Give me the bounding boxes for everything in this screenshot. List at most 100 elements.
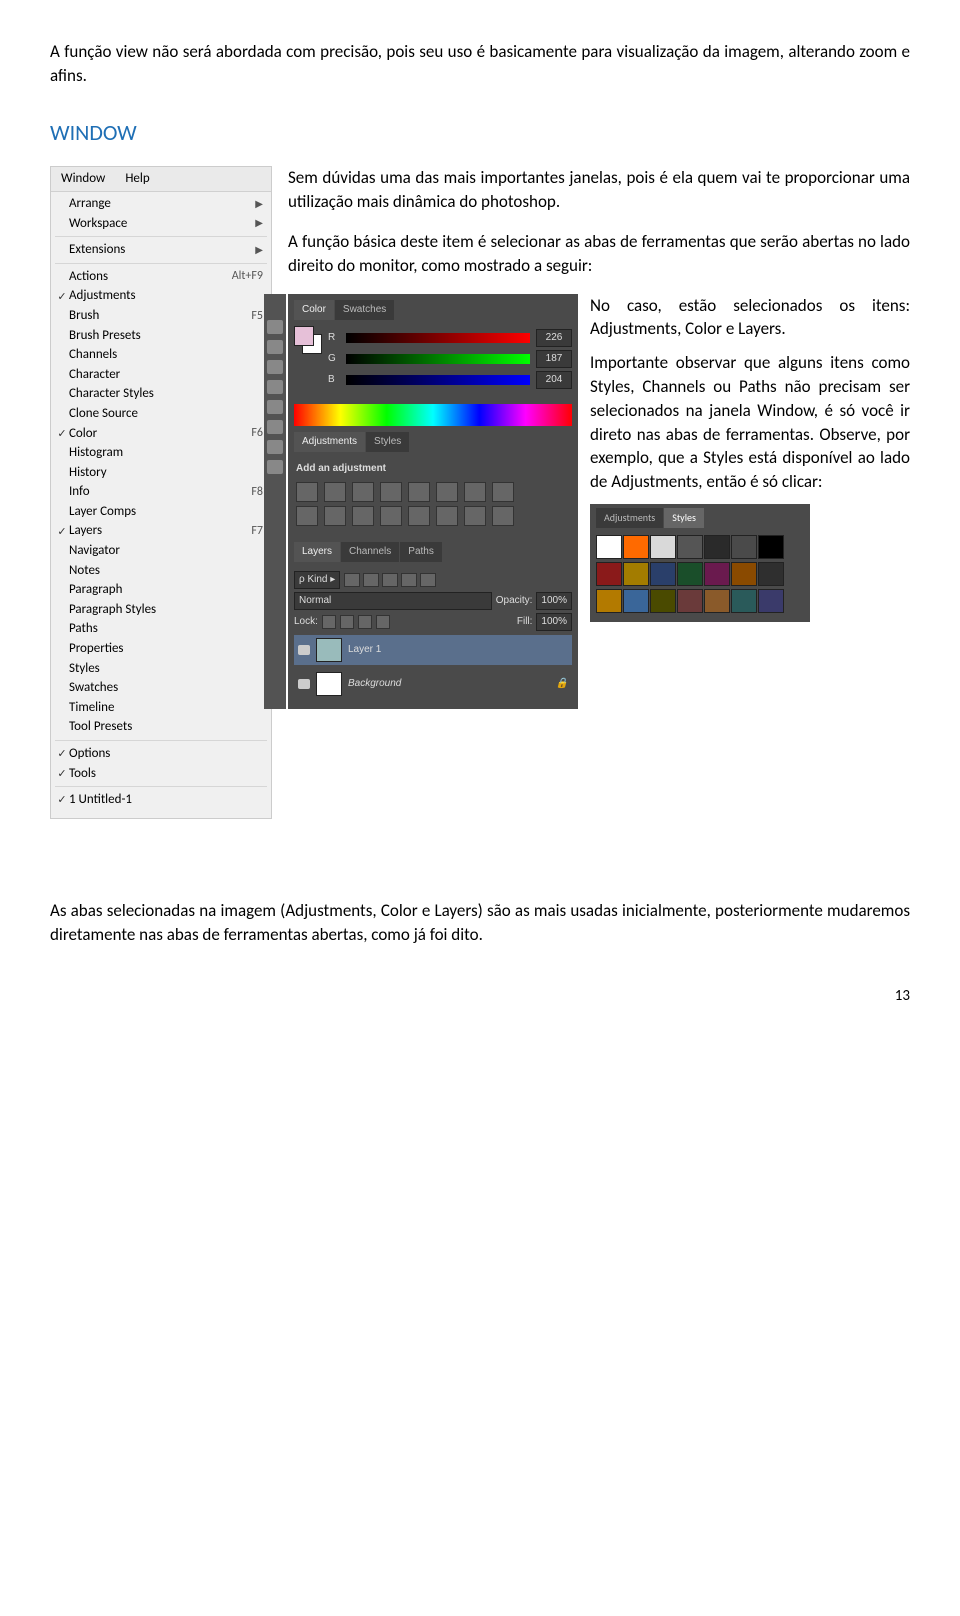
menu-tab-window[interactable]: Window: [51, 167, 115, 191]
g-slider[interactable]: [346, 354, 530, 364]
adjustment-icon[interactable]: [408, 482, 430, 502]
menu-item[interactable]: Swatches: [51, 678, 271, 698]
menu-item[interactable]: Paragraph: [51, 580, 271, 600]
adjustment-icon[interactable]: [296, 482, 318, 502]
r-value[interactable]: 226: [536, 329, 572, 347]
r-slider[interactable]: [346, 333, 530, 343]
adjustment-icon[interactable]: [436, 506, 458, 526]
adjustment-icon[interactable]: [380, 482, 402, 502]
dock-icon[interactable]: [267, 400, 283, 414]
style-swatch[interactable]: [758, 535, 784, 559]
style-swatch[interactable]: [704, 589, 730, 613]
filter-icon[interactable]: [382, 573, 398, 587]
dock-icon[interactable]: [267, 460, 283, 474]
layer-row[interactable]: Layer 1: [294, 635, 572, 665]
style-swatch[interactable]: [596, 535, 622, 559]
menu-item[interactable]: ✓ColorF6: [51, 424, 271, 444]
lock-icon[interactable]: [376, 615, 390, 629]
opacity-value[interactable]: 100%: [536, 592, 572, 610]
adjustment-icon[interactable]: [492, 482, 514, 502]
menu-item[interactable]: Channels: [51, 345, 271, 365]
layer-row[interactable]: Background 🔒: [294, 669, 572, 699]
adjustment-icon[interactable]: [408, 506, 430, 526]
menu-item[interactable]: Paragraph Styles: [51, 600, 271, 620]
adjustment-icon[interactable]: [380, 506, 402, 526]
menu-item[interactable]: ✓Tools: [51, 764, 271, 784]
g-value[interactable]: 187: [536, 350, 572, 368]
style-swatch[interactable]: [650, 589, 676, 613]
menu-item[interactable]: ✓Adjustments: [51, 286, 271, 306]
adjustment-icon[interactable]: [464, 506, 486, 526]
dock-icon[interactable]: [267, 320, 283, 334]
dock-icon[interactable]: [267, 340, 283, 354]
filter-icon[interactable]: [420, 573, 436, 587]
dock-icon[interactable]: [267, 440, 283, 454]
layer-kind-select[interactable]: ρ Kind ▸: [294, 571, 340, 589]
blend-mode-select[interactable]: Normal: [294, 592, 492, 610]
style-swatch[interactable]: [731, 562, 757, 586]
style-swatch[interactable]: [623, 535, 649, 559]
adjustment-icon[interactable]: [324, 506, 346, 526]
menu-item[interactable]: Tool Presets: [51, 717, 271, 737]
style-swatch[interactable]: [731, 589, 757, 613]
tab-color[interactable]: Color: [294, 300, 334, 320]
adjustment-icon[interactable]: [436, 482, 458, 502]
tab-adjustments[interactable]: Adjustments: [596, 508, 663, 528]
tab-styles[interactable]: Styles: [664, 508, 704, 528]
visibility-icon[interactable]: [298, 645, 310, 655]
dock-icon[interactable]: [267, 360, 283, 374]
menu-item[interactable]: ✓1 Untitled-1: [51, 790, 271, 810]
menu-item[interactable]: Character: [51, 365, 271, 385]
style-swatch[interactable]: [704, 562, 730, 586]
menu-item[interactable]: Brush Presets: [51, 326, 271, 346]
fill-value[interactable]: 100%: [536, 613, 572, 631]
menu-item[interactable]: ActionsAlt+F9: [51, 267, 271, 287]
menu-item[interactable]: Workspace▶: [51, 214, 271, 234]
style-swatch[interactable]: [650, 562, 676, 586]
tab-paths[interactable]: Paths: [400, 542, 442, 562]
lock-icon[interactable]: [358, 615, 372, 629]
tab-layers[interactable]: Layers: [294, 542, 340, 562]
menu-item[interactable]: Extensions▶: [51, 240, 271, 260]
adjustment-icon[interactable]: [296, 506, 318, 526]
style-swatch[interactable]: [596, 589, 622, 613]
tab-adjustments[interactable]: Adjustments: [294, 432, 365, 452]
menu-item[interactable]: History: [51, 463, 271, 483]
style-swatch[interactable]: [677, 562, 703, 586]
style-swatch[interactable]: [650, 535, 676, 559]
filter-icon[interactable]: [363, 573, 379, 587]
adjustment-icon[interactable]: [352, 506, 374, 526]
tab-swatches[interactable]: Swatches: [335, 300, 394, 320]
b-value[interactable]: 204: [536, 371, 572, 389]
filter-icon[interactable]: [344, 573, 360, 587]
style-swatch[interactable]: [704, 535, 730, 559]
style-swatch[interactable]: [677, 589, 703, 613]
dock-icon[interactable]: [267, 420, 283, 434]
menu-item[interactable]: Layer Comps: [51, 502, 271, 522]
menu-item[interactable]: Notes: [51, 561, 271, 581]
style-swatch[interactable]: [731, 535, 757, 559]
menu-item[interactable]: Navigator: [51, 541, 271, 561]
foreground-background-swatch[interactable]: [294, 326, 322, 354]
style-swatch[interactable]: [758, 589, 784, 613]
visibility-icon[interactable]: [298, 679, 310, 689]
menu-item[interactable]: ✓LayersF7: [51, 521, 271, 541]
style-swatch[interactable]: [623, 589, 649, 613]
menu-item[interactable]: Styles: [51, 659, 271, 679]
menu-item[interactable]: Clone Source: [51, 404, 271, 424]
menu-item[interactable]: BrushF5: [51, 306, 271, 326]
color-spectrum[interactable]: [294, 404, 572, 426]
style-swatch[interactable]: [623, 562, 649, 586]
menu-item[interactable]: Timeline: [51, 698, 271, 718]
dock-icon[interactable]: [267, 380, 283, 394]
menu-item[interactable]: Arrange▶: [51, 194, 271, 214]
menu-item[interactable]: Paths: [51, 619, 271, 639]
lock-icon[interactable]: [340, 615, 354, 629]
menu-item[interactable]: Character Styles: [51, 384, 271, 404]
style-swatch[interactable]: [758, 562, 784, 586]
style-swatch[interactable]: [677, 535, 703, 559]
menu-item[interactable]: Properties: [51, 639, 271, 659]
menu-item[interactable]: ✓Options: [51, 744, 271, 764]
tab-styles[interactable]: Styles: [366, 432, 409, 452]
lock-icon[interactable]: [322, 615, 336, 629]
